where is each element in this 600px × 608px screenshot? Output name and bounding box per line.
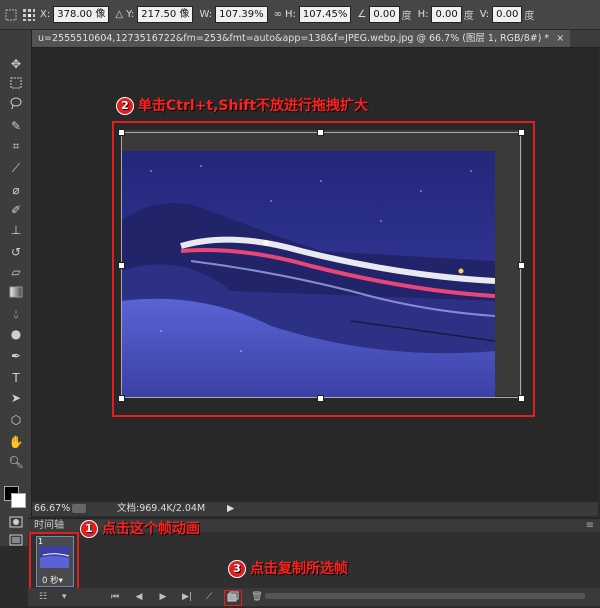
tween-icon[interactable]: ⟋: [202, 590, 216, 604]
eraser-tool-icon[interactable]: ▱: [8, 264, 24, 280]
delta-icon[interactable]: △: [115, 9, 123, 20]
screen-mode-icon[interactable]: [8, 534, 24, 550]
hskew-label: H:: [417, 9, 429, 20]
panel-menu-icon[interactable]: ≡: [586, 519, 594, 533]
angle-field[interactable]: 0.00: [369, 6, 400, 23]
previous-frame-icon[interactable]: ◀: [132, 590, 146, 604]
document-info: 文档:969.4K/2.04M: [117, 503, 206, 514]
y-label: Y:: [126, 9, 135, 20]
reference-point-icon[interactable]: [22, 8, 36, 22]
next-frame-icon[interactable]: ▶|: [180, 590, 194, 604]
callout-1-text: 点击这个帧动画: [102, 521, 200, 537]
toolbox: ✥ ✎ ⌗ ⟋ ⌀ ✐ ⊥ ↺ ▱ 💧︎ ● ✒ T ➤ ⬡ ✋ 🔍︎: [0, 30, 32, 546]
quick-mask-icon[interactable]: [8, 516, 24, 532]
callout-2: 2 单击Ctrl+t,Shift不放进行拖拽扩大: [116, 95, 368, 115]
pen-tool-icon[interactable]: ✒: [8, 348, 24, 364]
callout-1: 1 点击这个帧动画: [80, 518, 200, 538]
callout-1-badge: 1: [80, 520, 98, 538]
first-frame-icon[interactable]: ⏮: [108, 590, 122, 604]
document-tab-bar: u=2555510604,1273516722&fm=253&fmt=auto&…: [32, 30, 600, 48]
history-brush-tool-icon[interactable]: ↺: [8, 244, 24, 260]
x-label: X:: [40, 9, 51, 20]
width-field[interactable]: 107.39%: [215, 6, 268, 23]
y-field[interactable]: 217.50 像: [137, 6, 194, 23]
annotation-box-transform: [112, 121, 535, 417]
shape-tool-icon[interactable]: ⬡: [8, 412, 24, 428]
status-bar: 66.67% 文档:969.4K/2.04M ▶: [32, 502, 598, 516]
angle-unit: 度: [401, 11, 412, 22]
zoom-level[interactable]: 66.67%: [34, 502, 70, 516]
gradient-tool-icon[interactable]: [8, 286, 24, 302]
hskew-field[interactable]: 0.00: [431, 6, 462, 23]
quick-selection-tool-icon[interactable]: ✎: [8, 118, 24, 134]
hskew-unit: 度: [463, 11, 474, 22]
healing-brush-tool-icon[interactable]: ⌀: [8, 182, 24, 198]
w-label: W:: [199, 9, 213, 20]
timeline-panel-title[interactable]: 时间轴: [34, 519, 64, 533]
height-field[interactable]: 107.45%: [298, 6, 352, 23]
loop-option-icon[interactable]: ▾: [62, 590, 102, 604]
document-tab[interactable]: u=2555510604,1273516722&fm=253&fmt=auto&…: [32, 30, 571, 47]
h-label: H:: [284, 9, 296, 20]
angle-icon: ∠: [357, 9, 367, 20]
dodge-tool-icon[interactable]: ●: [8, 326, 24, 342]
callout-2-badge: 2: [116, 97, 134, 115]
zoom-tool-icon[interactable]: 🔍︎: [8, 454, 24, 470]
callout-2-text: 单击Ctrl+t,Shift不放进行拖拽扩大: [138, 98, 369, 114]
move-tool-icon[interactable]: ✥: [8, 56, 24, 72]
eyedropper-tool-icon[interactable]: ⟋: [8, 160, 24, 176]
options-bar: X: 378.00 像 △ Y: 217.50 像 W: 107.39% ∞ H: 107.…: [0, 0, 600, 30]
status-menu-arrow-icon[interactable]: ▶: [227, 502, 234, 516]
blur-tool-icon[interactable]: 💧︎: [8, 306, 24, 322]
play-icon[interactable]: ▶: [156, 590, 170, 604]
marquee-tool-icon[interactable]: [8, 76, 24, 92]
transform-icon[interactable]: [4, 8, 18, 22]
status-options-icon[interactable]: [72, 504, 86, 513]
vskew-label: V:: [479, 9, 490, 20]
timeline-scrollbar[interactable]: [265, 593, 585, 599]
clone-stamp-tool-icon[interactable]: ⊥: [8, 222, 24, 238]
convert-timeline-icon[interactable]: ☷: [36, 590, 50, 604]
vskew-field[interactable]: 0.00: [492, 6, 523, 23]
crop-tool-icon[interactable]: ⌗: [8, 138, 24, 154]
duplicate-frame-button[interactable]: [224, 590, 242, 606]
lasso-tool-icon[interactable]: [8, 96, 24, 112]
document-title: u=2555510604,1273516722&fm=253&fmt=auto&…: [38, 33, 550, 44]
close-icon[interactable]: ×: [556, 33, 564, 44]
hand-tool-icon[interactable]: ✋: [8, 434, 24, 450]
x-field[interactable]: 378.00 像: [53, 6, 110, 23]
delete-frame-icon[interactable]: 🗑︎: [250, 590, 264, 604]
callout-3-badge: 3: [228, 560, 246, 578]
brush-tool-icon[interactable]: ✐: [8, 202, 24, 218]
timeline-controls: ☷ ▾ ⏮ ◀ ▶ ▶| ⟋ 🗑︎: [28, 588, 600, 606]
type-tool-icon[interactable]: T: [8, 370, 24, 386]
background-color-swatch[interactable]: [11, 493, 26, 508]
vskew-unit: 度: [524, 11, 535, 22]
annotation-box-frame: [29, 532, 79, 593]
path-selection-tool-icon[interactable]: ➤: [8, 390, 24, 406]
callout-3-text: 点击复制所选帧: [250, 561, 348, 577]
callout-3: 3 点击复制所选帧: [228, 558, 348, 578]
canvas-area[interactable]: [32, 48, 598, 502]
link-icon[interactable]: ∞: [274, 9, 282, 20]
